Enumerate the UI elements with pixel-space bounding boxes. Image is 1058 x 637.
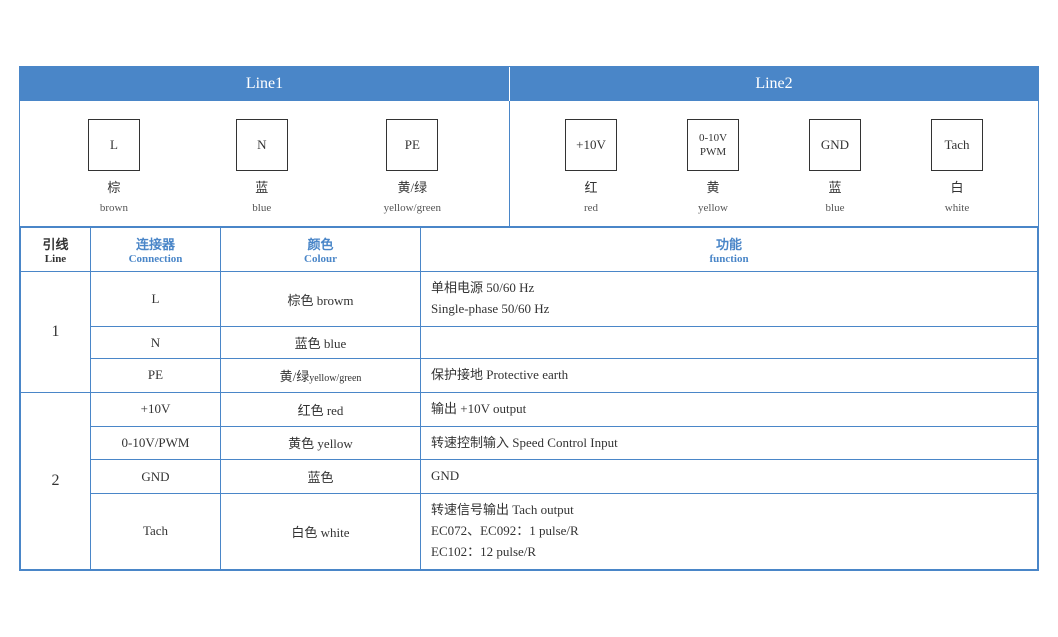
connector-Tach-zh: 白: [950, 177, 963, 196]
th-func-en: function: [431, 253, 1027, 265]
th-colour-zh: 颜色: [231, 234, 410, 253]
table-row-PWM: 0-10V/PWM 黄色 yellow 转速控制输入 Speed Control…: [21, 426, 1038, 460]
func-L: 单相电源 50/60 Hz Single-phase 50/60 Hz: [421, 272, 1038, 327]
connector-N-en: blue: [252, 202, 271, 214]
diagram-line1: L 棕 brown N 蓝 blue PE 黄/绿 yellow/green: [20, 101, 510, 226]
func-PE: 保护接地 Protective earth: [421, 359, 1038, 393]
connector-10V: +10V 红 red: [565, 119, 617, 214]
func-10V: 输出 +10V output: [421, 392, 1038, 426]
connector-PWM-en: yellow: [698, 202, 728, 214]
colour-N: 蓝色 blue: [221, 327, 421, 359]
connector-GND: GND 蓝 blue: [809, 119, 861, 214]
colour-10V: 红色 red: [221, 392, 421, 426]
line2-num: 2: [21, 392, 91, 569]
connector-Tach: Tach 白 white: [931, 119, 983, 214]
th-colour-en: Colour: [231, 253, 410, 265]
table-row-Tach: Tach 白色 white 转速信号输出 Tach output EC072、E…: [21, 494, 1038, 569]
connector-L-zh: 棕: [107, 177, 120, 196]
connector-GND-en: blue: [826, 202, 845, 214]
connector-GND-zh: 蓝: [828, 177, 841, 196]
conn-N: N: [91, 327, 221, 359]
th-line-zh: 引线: [31, 234, 80, 253]
th-func-zh: 功能: [431, 234, 1027, 253]
connector-L-en: brown: [100, 202, 128, 214]
connector-box-N: N: [236, 119, 288, 171]
connector-PWM: 0-10VPWM 黄 yellow: [687, 119, 739, 214]
conn-PE: PE: [91, 359, 221, 393]
header-line2-label: Line2: [510, 67, 1038, 101]
func-GND: GND: [421, 460, 1038, 494]
connector-N-zh: 蓝: [255, 177, 268, 196]
line1-num: 1: [21, 272, 91, 392]
th-function: 功能 function: [421, 228, 1038, 272]
connector-N: N 蓝 blue: [236, 119, 288, 214]
conn-GND-val: GND: [91, 460, 221, 494]
connector-PE-zh: 黄/绿: [398, 177, 428, 196]
diagram-line2: +10V 红 red 0-10VPWM 黄 yellow GND 蓝 blue …: [510, 101, 1038, 226]
th-line-en: Line: [31, 253, 80, 265]
connector-box-PE: PE: [386, 119, 438, 171]
main-container: Line1 Line2 L 棕 brown N 蓝 blue PE 黄/绿 ye…: [19, 66, 1039, 570]
colour-GND: 蓝色: [221, 460, 421, 494]
conn-10V: +10V: [91, 392, 221, 426]
table-row-GND: GND 蓝色 GND: [21, 460, 1038, 494]
th-conn-zh: 连接器: [101, 234, 210, 253]
th-connection: 连接器 Connection: [91, 228, 221, 272]
connector-Tach-en: white: [945, 202, 969, 214]
table-row-PE: PE 黄/绿yellow/green 保护接地 Protective earth: [21, 359, 1038, 393]
func-N: [421, 327, 1038, 359]
connector-L: L 棕 brown: [88, 119, 140, 214]
table-row-N: N 蓝色 blue: [21, 327, 1038, 359]
conn-L: L: [91, 272, 221, 327]
func-PWM: 转速控制输入 Speed Control Input: [421, 426, 1038, 460]
func-Tach: 转速信号输出 Tach output EC072、EC092：1 pulse/R…: [421, 494, 1038, 569]
connector-box-GND: GND: [809, 119, 861, 171]
table-row-L: 1 L 棕色 browm 单相电源 50/60 Hz Single-phase …: [21, 272, 1038, 327]
connector-PE-en: yellow/green: [384, 202, 441, 214]
table-header-row: 引线 Line 连接器 Connection 颜色 Colour 功能 func…: [21, 228, 1038, 272]
header-line1-label: Line1: [20, 67, 510, 101]
data-table: 引线 Line 连接器 Connection 颜色 Colour 功能 func…: [20, 227, 1038, 569]
header-row: Line1 Line2: [20, 67, 1038, 101]
th-conn-en: Connection: [101, 253, 210, 265]
connector-10V-en: red: [584, 202, 598, 214]
connector-PE: PE 黄/绿 yellow/green: [384, 119, 441, 214]
th-line: 引线 Line: [21, 228, 91, 272]
colour-PE: 黄/绿yellow/green: [221, 359, 421, 393]
colour-L: 棕色 browm: [221, 272, 421, 327]
connector-box-Tach: Tach: [931, 119, 983, 171]
connector-box-PWM: 0-10VPWM: [687, 119, 739, 171]
conn-PWM: 0-10V/PWM: [91, 426, 221, 460]
colour-PWM: 黄色 yellow: [221, 426, 421, 460]
th-colour: 颜色 Colour: [221, 228, 421, 272]
colour-Tach: 白色 white: [221, 494, 421, 569]
conn-Tach-val: Tach: [91, 494, 221, 569]
table-row-10V: 2 +10V 红色 red 输出 +10V output: [21, 392, 1038, 426]
diagram-row: L 棕 brown N 蓝 blue PE 黄/绿 yellow/green +…: [20, 101, 1038, 227]
connector-10V-zh: 红: [584, 177, 597, 196]
connector-PWM-zh: 黄: [706, 177, 719, 196]
connector-box-10V: +10V: [565, 119, 617, 171]
connector-box-L: L: [88, 119, 140, 171]
